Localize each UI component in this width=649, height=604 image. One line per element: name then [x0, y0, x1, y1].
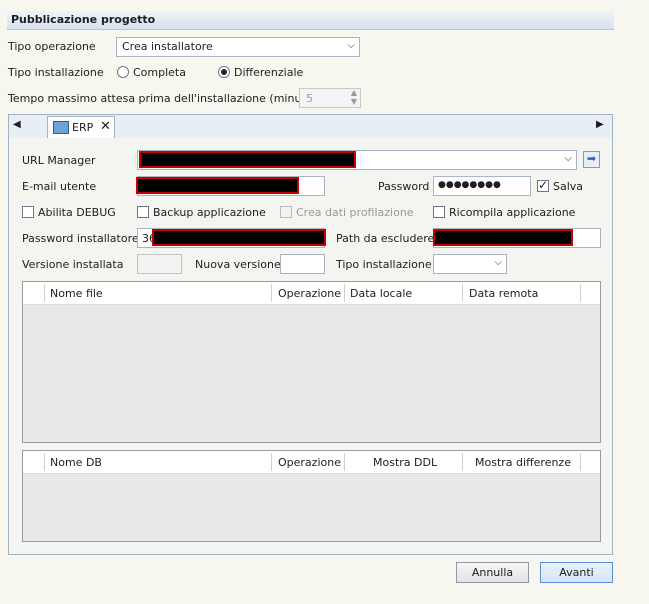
tempo-stepper[interactable]: 5 ▲ ▼ [299, 88, 361, 108]
path-label: Path da escludere [336, 232, 435, 245]
url-manager-label: URL Manager [22, 154, 96, 167]
tipo-operazione-select[interactable]: Crea installatore ⌵ [116, 37, 360, 57]
column-header[interactable]: Operazione [278, 287, 341, 300]
radio-differenziale-label[interactable]: Differenziale [234, 66, 303, 79]
annulla-button[interactable]: Annulla [456, 562, 529, 583]
redacted-email [136, 177, 299, 194]
close-icon[interactable]: ✕ [100, 119, 111, 134]
password-installatore-label: Password installatore [22, 232, 139, 245]
spin-down-icon[interactable]: ▼ [351, 97, 357, 106]
column-header[interactable]: Mostra differenze [475, 456, 571, 469]
salva-checkbox[interactable] [537, 178, 549, 192]
column-header[interactable]: Nome file [50, 287, 103, 300]
backup-label[interactable]: Backup applicazione [153, 206, 266, 219]
abilita-debug-label[interactable]: Abilita DEBUG [38, 206, 116, 219]
column-header[interactable]: Data remota [469, 287, 538, 300]
backup-checkbox[interactable] [137, 206, 149, 218]
files-grid-header: Nome file Operazione Data locale Data re… [23, 282, 600, 305]
spin-up-icon[interactable]: ▲ [351, 88, 357, 97]
tab-erp-label: ERP [72, 121, 94, 134]
redacted-password-installatore [152, 229, 326, 246]
password-mask: ●●●●●●●● [438, 180, 501, 190]
chevron-down-icon: ⌵ [494, 257, 502, 268]
column-header[interactable]: Nome DB [50, 456, 102, 469]
tempo-label: Tempo massimo attesa prima dell'installa… [8, 92, 314, 105]
versione-installata-label: Versione installata [22, 258, 124, 271]
chevron-down-icon: ⌵ [564, 153, 572, 164]
password-label: Password [378, 180, 430, 193]
section-title: Pubblicazione progetto [11, 13, 156, 26]
chevron-down-icon: ⌵ [347, 40, 355, 51]
tipo-operazione-value: Crea installatore [122, 40, 213, 53]
tab-scroll-right-icon[interactable]: ▶ [596, 119, 604, 130]
db-grid[interactable]: Nome DB Operazione Mostra DDL Mostra dif… [22, 450, 601, 542]
email-label: E-mail utente [22, 180, 97, 193]
avanti-button[interactable]: Avanti [540, 562, 613, 583]
salva-label[interactable]: Salva [553, 180, 583, 193]
column-header[interactable]: Operazione [278, 456, 341, 469]
erp-tab-icon [53, 121, 69, 134]
tipo-installazione-erp-label: Tipo installazione [336, 258, 432, 271]
column-header[interactable]: Data locale [350, 287, 412, 300]
password-field[interactable]: ●●●●●●●● [433, 176, 531, 196]
redacted-url [139, 151, 356, 168]
tipo-installazione-label: Tipo installazione [8, 66, 104, 79]
abilita-debug-checkbox[interactable] [22, 206, 34, 218]
radio-completa[interactable] [117, 66, 129, 78]
tempo-value: 5 [306, 92, 313, 105]
db-grid-header: Nome DB Operazione Mostra DDL Mostra dif… [23, 451, 600, 474]
tab-erp[interactable]: ERP ✕ [47, 116, 115, 138]
crea-dati-checkbox [280, 206, 292, 218]
column-header[interactable]: Mostra DDL [373, 456, 437, 469]
nuova-versione-field[interactable] [280, 254, 325, 274]
nuova-versione-label: Nuova versione [195, 258, 281, 271]
tipo-installazione-select[interactable]: ⌵ [433, 254, 507, 274]
radio-completa-label[interactable]: Completa [133, 66, 186, 79]
tab-scroll-left-icon[interactable]: ◀ [13, 119, 21, 130]
tipo-operazione-label: Tipo operazione [8, 40, 96, 53]
files-grid[interactable]: Nome file Operazione Data locale Data re… [22, 281, 601, 443]
radio-differenziale[interactable] [218, 66, 230, 78]
ricompila-label[interactable]: Ricompila applicazione [449, 206, 575, 219]
redacted-path [433, 229, 573, 246]
go-arrow-icon[interactable]: ➡ [583, 151, 600, 168]
ricompila-checkbox[interactable] [433, 206, 445, 218]
section-header: Pubblicazione progetto [7, 11, 614, 30]
crea-dati-label: Crea dati profilazione [296, 206, 414, 219]
versione-installata-field [137, 254, 182, 274]
